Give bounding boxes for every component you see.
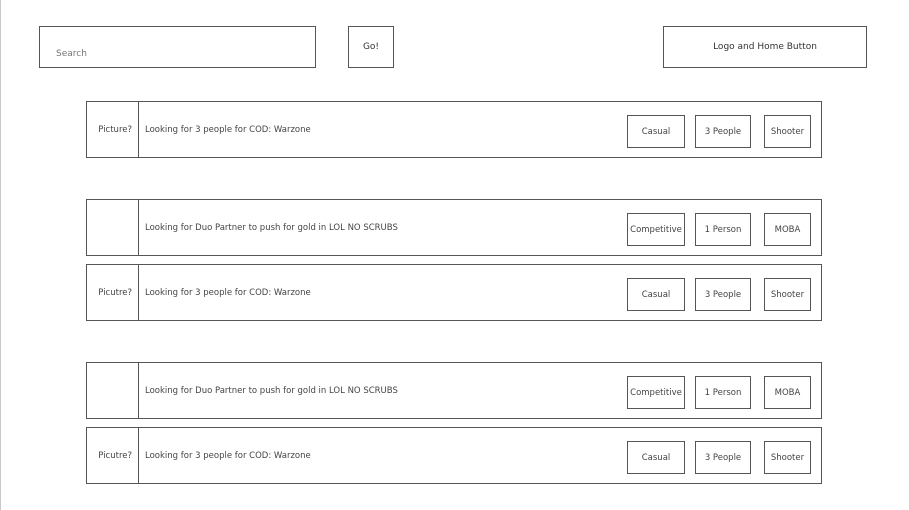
- post-row[interactable]: Picutre? Looking for 3 people for COD: W…: [86, 427, 822, 484]
- tag-people-count[interactable]: 3 People: [695, 441, 751, 474]
- post-row[interactable]: Picture? Looking for 3 people for COD: W…: [86, 101, 822, 158]
- post-description: Looking for Duo Partner to push for gold…: [145, 222, 398, 233]
- tag-people-count[interactable]: 3 People: [695, 115, 751, 148]
- search-input[interactable]: [39, 26, 316, 68]
- post-picture-placeholder: [87, 363, 139, 418]
- tag-genre[interactable]: Shooter: [764, 115, 811, 148]
- post-description: Looking for 3 people for COD: Warzone: [145, 124, 311, 135]
- tag-genre[interactable]: MOBA: [764, 213, 811, 246]
- post-description: Looking for 3 people for COD: Warzone: [145, 450, 311, 461]
- post-description: Looking for Duo Partner to push for gold…: [145, 385, 398, 396]
- tag-play-style[interactable]: Competitive: [627, 213, 685, 246]
- post-picture-placeholder: Picutre?: [87, 428, 139, 483]
- tag-people-count[interactable]: 3 People: [695, 278, 751, 311]
- page-edge-line: [0, 0, 1, 510]
- post-row[interactable]: Looking for Duo Partner to push for gold…: [86, 199, 822, 256]
- tag-play-style[interactable]: Casual: [627, 441, 685, 474]
- tag-people-count[interactable]: 1 Person: [695, 213, 751, 246]
- tag-genre[interactable]: Shooter: [764, 441, 811, 474]
- post-row[interactable]: Picutre? Looking for 3 people for COD: W…: [86, 264, 822, 321]
- logo-home-button[interactable]: Logo and Home Button: [663, 26, 867, 68]
- tag-play-style[interactable]: Casual: [627, 115, 685, 148]
- tag-play-style[interactable]: Competitive: [627, 376, 685, 409]
- tag-genre[interactable]: Shooter: [764, 278, 811, 311]
- post-description: Looking for 3 people for COD: Warzone: [145, 287, 311, 298]
- post-row[interactable]: Looking for Duo Partner to push for gold…: [86, 362, 822, 419]
- post-picture-placeholder: [87, 200, 139, 255]
- post-picture-placeholder: Picture?: [87, 102, 139, 157]
- tag-genre[interactable]: MOBA: [764, 376, 811, 409]
- go-button[interactable]: Go!: [348, 26, 394, 68]
- post-picture-placeholder: Picutre?: [87, 265, 139, 320]
- tag-play-style[interactable]: Casual: [627, 278, 685, 311]
- tag-people-count[interactable]: 1 Person: [695, 376, 751, 409]
